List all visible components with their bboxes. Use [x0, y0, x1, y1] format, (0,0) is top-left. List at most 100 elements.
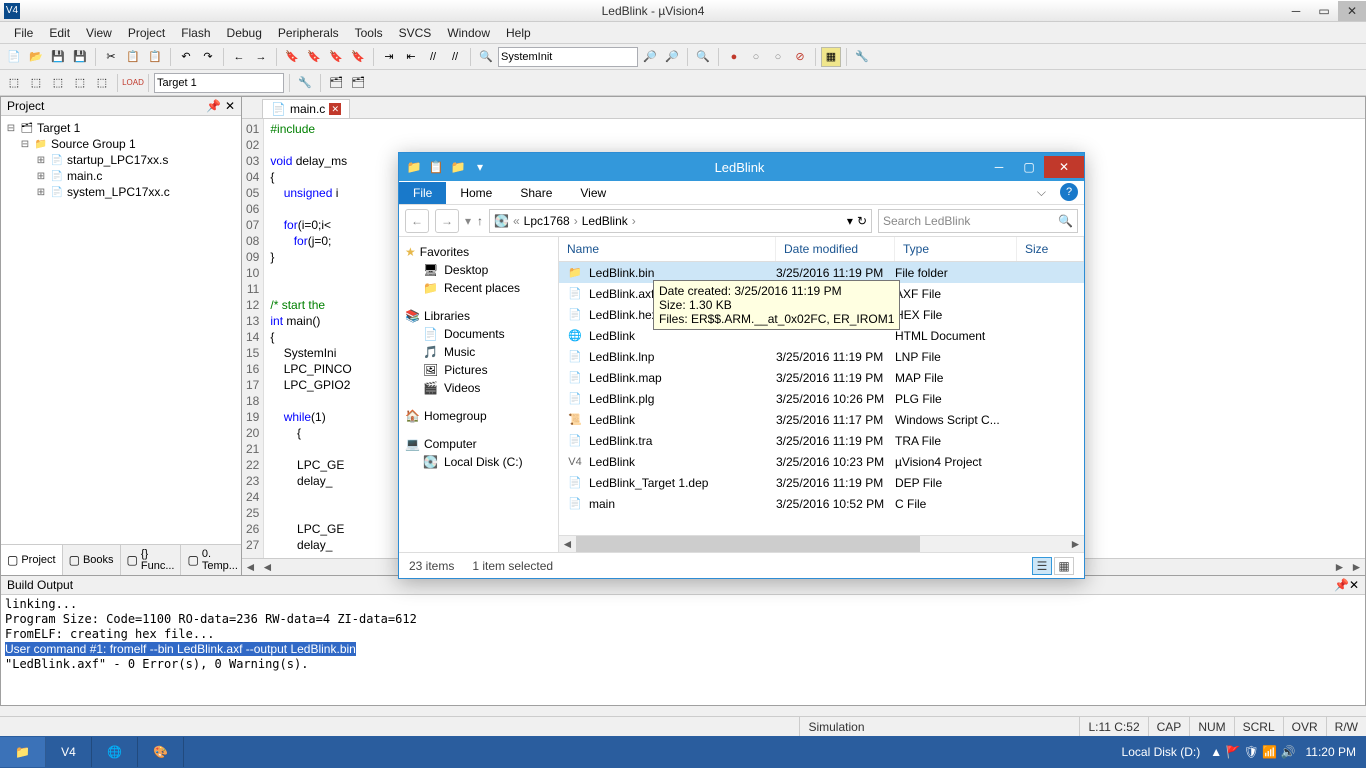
menu-project[interactable]: Project: [120, 24, 173, 42]
col-date[interactable]: Date modified: [776, 237, 895, 261]
build-output-text[interactable]: linking... Program Size: Code=1100 RO-da…: [1, 595, 1365, 705]
outdent-icon[interactable]: ⇤: [401, 47, 421, 67]
taskbar-chrome-icon[interactable]: 🌐: [92, 737, 138, 767]
taskbar-clock[interactable]: 11:20 PM: [1306, 745, 1356, 759]
bookmark-prev-icon[interactable]: 🔖: [304, 47, 324, 67]
bp-enable-icon[interactable]: ○: [746, 47, 766, 67]
new-folder-icon[interactable]: 📁: [447, 156, 469, 178]
breadcrumb[interactable]: Lpc1768: [524, 214, 570, 228]
bp-insert-icon[interactable]: ●: [724, 47, 744, 67]
save-all-icon[interactable]: 💾: [70, 47, 90, 67]
ribbon-home[interactable]: Home: [446, 182, 506, 204]
translate-icon[interactable]: ⬚: [4, 73, 24, 93]
find-files-icon[interactable]: 🔎: [662, 47, 682, 67]
col-size[interactable]: Size: [1017, 237, 1084, 261]
sidebar-item[interactable]: Music: [444, 345, 475, 359]
sidebar-homegroup[interactable]: Homegroup: [424, 409, 487, 423]
find-icon[interactable]: 🔍: [476, 47, 496, 67]
pin-icon[interactable]: 📌: [1334, 578, 1349, 592]
view-details-icon[interactable]: ☰: [1032, 557, 1052, 575]
close-button[interactable]: ✕: [1338, 1, 1366, 21]
maximize-button[interactable]: ▭: [1310, 1, 1338, 21]
address-bar[interactable]: 💽 « Lpc1768 › LedBlink › ▾ ↻: [489, 209, 872, 233]
menu-svcs[interactable]: SVCS: [391, 24, 440, 42]
nav-back-icon[interactable]: ←: [229, 47, 249, 67]
bookmark-next-icon[interactable]: 🔖: [326, 47, 346, 67]
menu-peripherals[interactable]: Peripherals: [270, 24, 347, 42]
breadcrumb[interactable]: LedBlink: [582, 214, 628, 228]
debug-icon[interactable]: 🔍: [693, 47, 713, 67]
explorer-sidebar[interactable]: ★Favorites 🖥Desktop 📁Recent places 📚Libr…: [399, 237, 559, 552]
sidebar-libraries[interactable]: Libraries: [424, 309, 470, 323]
file-row[interactable]: 📄LedBlink.tra3/25/2016 11:19 PMTRA File: [559, 430, 1084, 451]
pane-close-icon[interactable]: ✕: [225, 99, 235, 113]
project-tab[interactable]: ▢Books: [63, 545, 121, 575]
menu-tools[interactable]: Tools: [347, 24, 391, 42]
minimize-button[interactable]: ─: [1282, 1, 1310, 21]
col-name[interactable]: Name: [559, 237, 776, 261]
copy-icon[interactable]: 📋: [123, 47, 143, 67]
comment-icon[interactable]: //: [423, 47, 443, 67]
config-icon[interactable]: 🔧: [852, 47, 872, 67]
tab-close-icon[interactable]: ✕: [329, 103, 341, 115]
taskbar-explorer-icon[interactable]: 📁: [0, 737, 46, 767]
project-tab[interactable]: ▢{} Func...: [121, 545, 182, 575]
batch-build-icon[interactable]: ⬚: [70, 73, 90, 93]
sidebar-item[interactable]: Documents: [444, 327, 505, 341]
file-row[interactable]: 📜LedBlink3/25/2016 11:17 PMWindows Scrip…: [559, 409, 1084, 430]
manage-icon[interactable]: 🗂: [326, 73, 346, 93]
sidebar-item[interactable]: Local Disk (C:): [444, 455, 523, 469]
file-row[interactable]: V4LedBlink3/25/2016 10:23 PMµVision4 Pro…: [559, 451, 1084, 472]
explorer-search[interactable]: Search LedBlink 🔍: [878, 209, 1078, 233]
nav-back-button[interactable]: ←: [405, 209, 429, 233]
sidebar-item[interactable]: Pictures: [444, 363, 487, 377]
rebuild-icon[interactable]: ⬚: [48, 73, 68, 93]
sidebar-item[interactable]: Recent places: [444, 281, 520, 295]
file-row[interactable]: 📄LedBlink.lnp3/25/2016 11:19 PMLNP File: [559, 346, 1084, 367]
file-row[interactable]: 📄main3/25/2016 10:52 PMC File: [559, 493, 1084, 514]
tree-group[interactable]: Source Group 1: [51, 137, 136, 151]
nav-up-button[interactable]: ↑: [477, 214, 483, 228]
find-next-icon[interactable]: 🔎: [640, 47, 660, 67]
new-file-icon[interactable]: 📄: [4, 47, 24, 67]
file-row[interactable]: 📄LedBlink.plg3/25/2016 10:26 PMPLG File: [559, 388, 1084, 409]
bookmark-icon[interactable]: 🔖: [282, 47, 302, 67]
project-tab[interactable]: ▢0. Temp...: [181, 545, 244, 575]
bookmark-clear-icon[interactable]: 🔖: [348, 47, 368, 67]
paste-icon[interactable]: 📋: [145, 47, 165, 67]
tree-file[interactable]: system_LPC17xx.c: [67, 185, 170, 199]
props-icon[interactable]: 📋: [425, 156, 447, 178]
editor-tab[interactable]: 📄 main.c ✕: [262, 99, 350, 118]
uncomment-icon[interactable]: //: [445, 47, 465, 67]
tree-file[interactable]: main.c: [67, 169, 102, 183]
file-row[interactable]: 📄LedBlink.map3/25/2016 11:19 PMMAP File: [559, 367, 1084, 388]
menu-flash[interactable]: Flash: [173, 24, 218, 42]
taskbar-drive[interactable]: Local Disk (D:): [1122, 745, 1201, 759]
open-file-icon[interactable]: 📂: [26, 47, 46, 67]
explorer-maximize-button[interactable]: ▢: [1014, 156, 1044, 178]
ribbon-view[interactable]: View: [566, 182, 620, 204]
menu-view[interactable]: View: [78, 24, 120, 42]
help-icon[interactable]: ?: [1060, 183, 1078, 201]
project-tab[interactable]: ▢Project: [1, 545, 63, 575]
project-tree[interactable]: ⊟🗂Target 1 ⊟📁Source Group 1 ⊞📄startup_LP…: [1, 116, 241, 544]
explorer-hscroll[interactable]: ◄ ►: [559, 535, 1084, 552]
nav-forward-button[interactable]: →: [435, 209, 459, 233]
window-icon[interactable]: ▦: [821, 47, 841, 67]
bp-disable-icon[interactable]: ○: [768, 47, 788, 67]
col-type[interactable]: Type: [895, 237, 1017, 261]
refresh-icon[interactable]: ↻: [857, 214, 867, 228]
sidebar-item[interactable]: Desktop: [444, 263, 488, 277]
options-icon[interactable]: 🔧: [295, 73, 315, 93]
ribbon-expand-icon[interactable]: ⌵: [1023, 181, 1060, 204]
addr-dropdown-icon[interactable]: ▾: [847, 214, 853, 228]
explorer-close-button[interactable]: ✕: [1044, 156, 1084, 178]
file-row[interactable]: 📄LedBlink_Target 1.dep3/25/2016 11:19 PM…: [559, 472, 1084, 493]
menu-window[interactable]: Window: [439, 24, 498, 42]
undo-icon[interactable]: ↶: [176, 47, 196, 67]
menu-help[interactable]: Help: [498, 24, 539, 42]
ribbon-file[interactable]: File: [399, 182, 446, 204]
build-icon[interactable]: ⬚: [26, 73, 46, 93]
explorer-minimize-button[interactable]: ─: [984, 156, 1014, 178]
target-combo[interactable]: [154, 73, 284, 93]
